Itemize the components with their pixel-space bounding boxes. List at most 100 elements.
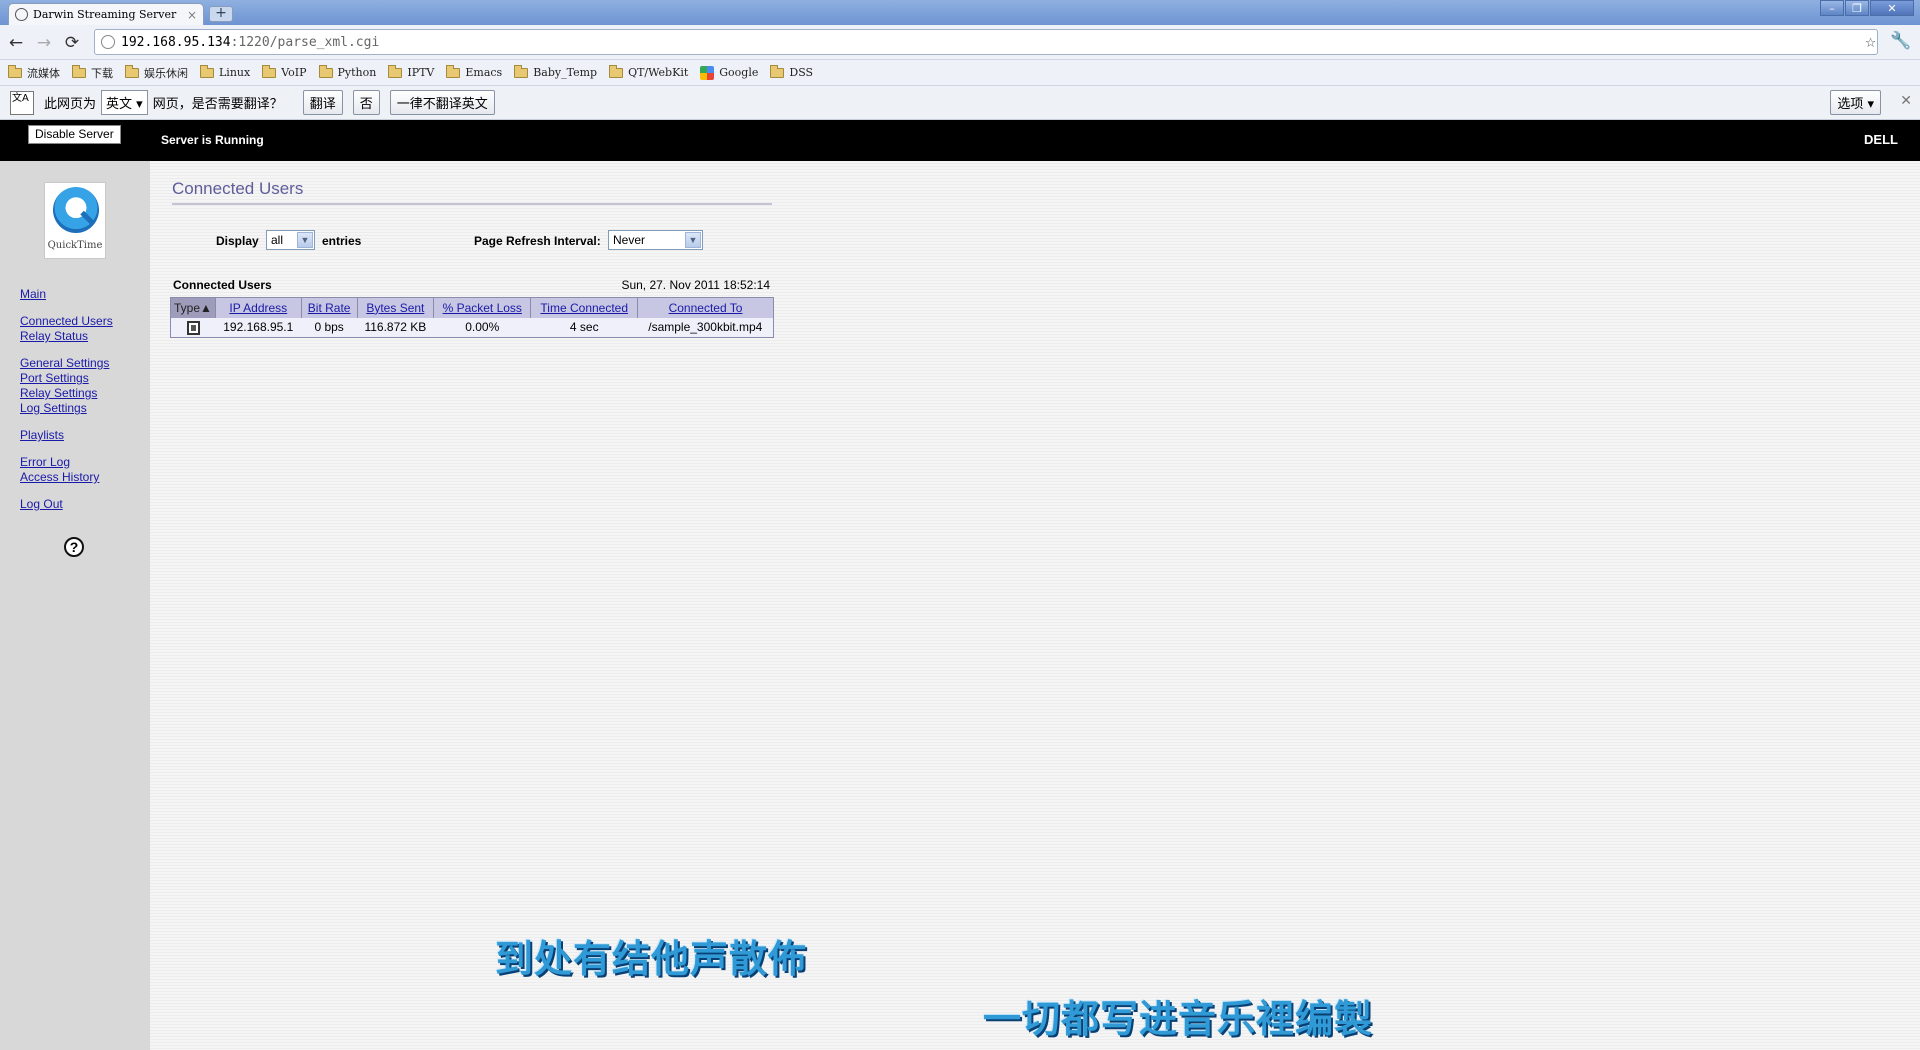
folder-icon [446,64,461,78]
refresh-interval-label: Page Refresh Interval: [474,234,601,248]
bookmark-item[interactable]: 下载 [72,64,113,81]
subtitle-line-1: 到处有结他声散佈 [495,937,808,981]
back-arrow-icon[interactable]: ← [4,31,28,55]
browser-tab[interactable]: Darwin Streaming Server × [8,3,204,25]
reload-icon[interactable]: ⟳ [60,31,84,55]
folder-icon [200,64,214,78]
bookmark-item[interactable]: Emacs [446,64,503,79]
bookmark-label: Linux [219,66,251,79]
bookmark-item[interactable]: Linux [200,64,251,79]
column-header-type[interactable]: Type▲ [170,297,216,318]
refresh-interval-select[interactable]: Never ▼ [608,230,703,250]
chevron-down-icon: ▾ [136,97,143,112]
cell-connected-to: /sample_300kbit.mp4 [637,317,774,338]
options-label: 选项 [1837,97,1864,112]
sort-link-packet-loss[interactable]: % Packet Loss [443,301,522,315]
column-header-bytes-sent[interactable]: Bytes Sent [357,297,435,318]
folder-icon [8,64,22,78]
bookmark-label: IPTV [407,66,435,79]
folder-icon [125,64,139,78]
sidebar-link-playlists[interactable]: Playlists [20,428,64,443]
sidebar-link-access-history[interactable]: Access History [20,470,99,485]
chevron-down-icon: ▼ [297,232,313,248]
bookmark-label: Emacs [465,66,503,79]
page-favicon-icon [15,8,28,21]
server-header: Disable Server Server is Running DELL [0,120,1920,161]
sidebar-link-main[interactable]: Main [20,287,46,302]
sidebar-link-log-settings[interactable]: Log Settings [20,401,87,416]
forward-arrow-icon[interactable]: → [32,31,56,55]
refresh-interval-value: Never [613,233,646,247]
close-window-button[interactable]: ✕ [1870,0,1914,16]
sort-link-bit-rate[interactable]: Bit Rate [308,301,351,315]
folder-icon [514,64,529,78]
cell-time-connected: 4 sec [530,317,638,338]
wrench-menu-icon[interactable]: 🔧 [1890,31,1911,51]
never-translate-button[interactable]: 一律不翻译英文 [389,90,495,115]
url-path: :1220/parse_xml.cgi [230,34,380,50]
help-icon[interactable]: ? [64,537,84,557]
cell-ip-address: 192.168.95.1 [215,317,302,338]
sidebar-link-connected-users[interactable]: Connected Users [20,314,113,329]
sort-link-bytes-sent[interactable]: Bytes Sent [366,301,424,315]
close-infobar-icon[interactable]: ✕ [1900,93,1912,109]
table-caption: Connected Users [173,278,272,292]
no-translate-button[interactable]: 否 [352,90,380,115]
disable-server-button[interactable]: Disable Server [28,125,121,144]
column-header-connected-to[interactable]: Connected To [637,297,774,318]
bookmark-label: VoIP [281,66,307,79]
sort-link-time-connected[interactable]: Time Connected [540,301,628,315]
tab-close-icon[interactable]: × [187,8,197,22]
sidebar-link-general-settings[interactable]: General Settings [20,356,109,371]
column-header-time-connected[interactable]: Time Connected [530,297,639,318]
translate-button[interactable]: 翻译 [302,90,343,115]
table-row: 192.168.95.1 0 bps 116.872 KB 0.00% 4 se… [170,317,774,338]
column-header-ip-address[interactable]: IP Address [215,297,302,318]
cell-bytes-sent: 116.872 KB [357,317,434,338]
new-tab-button[interactable]: + [209,6,233,22]
subtitle-line-2: 一切都写进音乐裡编製 [983,997,1374,1041]
bookmark-item[interactable]: VoIP [262,64,307,79]
address-bar[interactable]: 192.168.95.134 :1220/parse_xml.cgi ☆ [94,29,1878,55]
column-header-packet-loss[interactable]: % Packet Loss [433,297,532,318]
server-status: Server is Running [161,133,264,147]
bookmark-item[interactable]: QT/WebKit [609,64,688,79]
page-title: Connected Users [172,179,304,198]
sidebar: QuickTime Main Connected Users Relay Sta… [0,161,150,1050]
bookmark-item[interactable]: IPTV [388,64,435,79]
display-select[interactable]: all ▼ [266,230,315,250]
url-host: 192.168.95.134 [121,34,231,50]
bookmark-item[interactable]: 流媒体 [8,64,60,81]
bookmark-label: DSS [789,66,814,79]
bookmark-label: Google [719,66,759,79]
sidebar-link-relay-settings[interactable]: Relay Settings [20,386,97,401]
translate-prefix: 此网页为 [44,97,97,112]
bookmark-item[interactable]: DSS [770,64,814,79]
bookmark-star-icon[interactable]: ☆ [1865,31,1876,52]
sort-link-ip-address[interactable]: IP Address [229,301,287,315]
minimize-button[interactable]: – [1820,0,1844,16]
bookmark-item[interactable]: Baby_Temp [514,64,597,79]
sidebar-link-relay-status[interactable]: Relay Status [20,329,88,344]
bookmark-item[interactable]: Python [318,64,377,79]
bookmark-item[interactable]: Google [700,65,759,80]
language-select[interactable]: 英文 ▾ [101,90,148,115]
folder-icon [388,64,403,78]
brand-label: DELL [1864,132,1898,147]
column-header-bit-rate[interactable]: Bit Rate [301,297,358,318]
bookmark-label: Python [337,66,377,79]
connected-users-table: Type▲ IP Address Bit Rate Bytes Sent % P… [170,297,774,338]
bookmarks-bar: 流媒体 下载 娱乐休闲 Linux VoIP Python IPTV Emacs Baby_Te… [0,60,1920,86]
window-titlebar: Darwin Streaming Server × + – ❐ ✕ [0,0,1920,25]
sidebar-link-log-out[interactable]: Log Out [20,497,63,512]
cell-bit-rate: 0 bps [301,317,358,338]
sidebar-link-port-settings[interactable]: Port Settings [20,371,89,386]
google-icon [700,65,715,80]
translate-options-button[interactable]: 选项 ▾ [1830,90,1881,115]
sidebar-link-error-log[interactable]: Error Log [20,455,70,470]
bookmark-item[interactable]: 娱乐休闲 [125,64,188,81]
language-value: 英文 [106,97,133,112]
table-timestamp: Sun, 27. Nov 2011 18:52:14 [621,278,770,292]
sort-link-connected-to[interactable]: Connected To [669,301,743,315]
restore-button[interactable]: ❐ [1845,0,1869,16]
